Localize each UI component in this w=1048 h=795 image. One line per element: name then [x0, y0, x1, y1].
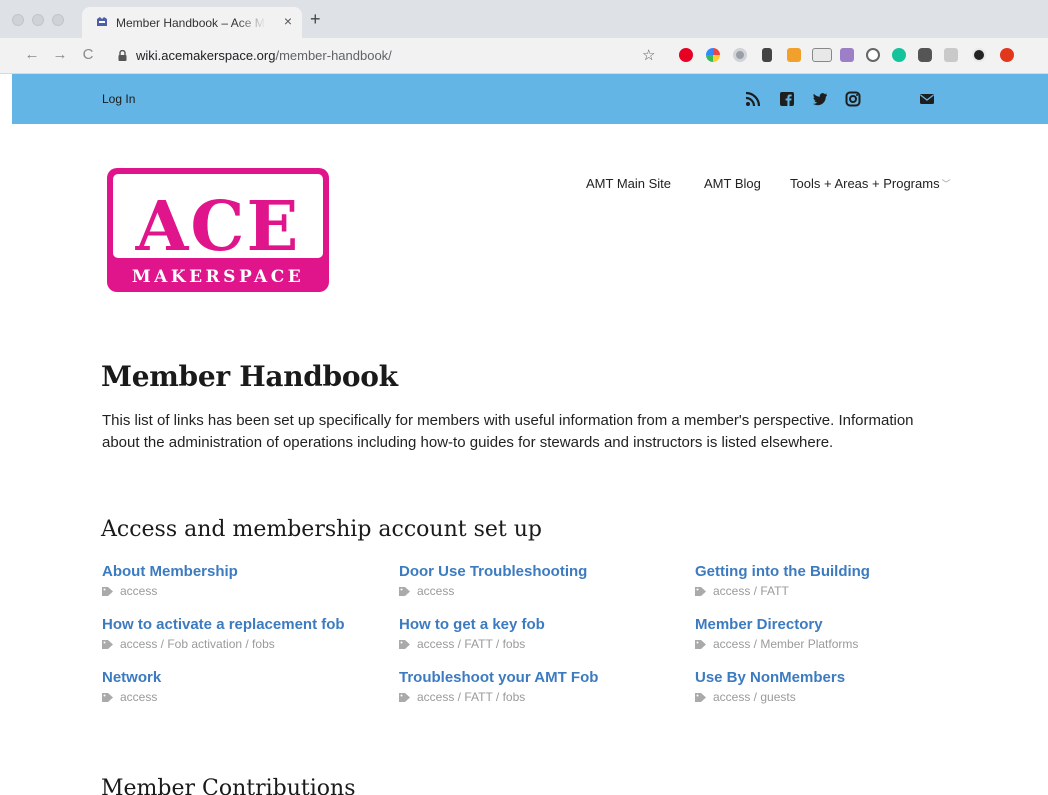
pinterest-extension-icon[interactable]: [679, 48, 693, 62]
item-tags: access / FATT: [695, 584, 975, 598]
item-tags-text[interactable]: access / Member Platforms: [713, 637, 858, 651]
site-favicon-icon: [97, 17, 107, 26]
link-about-membership[interactable]: About Membership: [102, 563, 382, 580]
item-tags: access / Fob activation / fobs: [102, 637, 382, 651]
bookmark-star-icon[interactable]: ☆: [642, 46, 655, 64]
tag-icon: [399, 693, 410, 702]
new-extension-icon[interactable]: [812, 48, 832, 62]
info-extension-icon[interactable]: [866, 48, 880, 62]
login-link[interactable]: Log In: [102, 92, 135, 106]
link-member-directory[interactable]: Member Directory: [695, 616, 975, 633]
grammarly-extension-icon[interactable]: [892, 48, 906, 62]
item-tags-text[interactable]: access / FATT / fobs: [417, 637, 525, 651]
rss-extension-icon[interactable]: [787, 48, 801, 62]
item-tags-text[interactable]: access / FATT: [713, 584, 789, 598]
list-item: How to get a key fob access / FATT / fob…: [399, 616, 679, 651]
nav-amt-main-site[interactable]: AMT Main Site: [586, 176, 671, 191]
tag-icon: [695, 640, 706, 649]
list-item: How to activate a replacement fob access…: [102, 616, 382, 651]
link-troubleshoot-amt-fob[interactable]: Troubleshoot your AMT Fob: [399, 669, 679, 686]
address-bar[interactable]: wiki.acemakerspace.org/member-handbook/: [108, 43, 668, 69]
lock-icon: [118, 50, 127, 61]
new-tab-button[interactable]: +: [310, 10, 321, 28]
tag-icon: [695, 693, 706, 702]
item-tags-text[interactable]: access / guests: [713, 690, 796, 704]
page-content: ACE MAKERSPACE AMT Main Site AMT Blog To…: [12, 124, 1048, 795]
browser-toolbar: ← → C wiki.acemakerspace.org/member-hand…: [0, 38, 1048, 74]
forward-button[interactable]: →: [52, 46, 68, 64]
link-door-use-troubleshooting[interactable]: Door Use Troubleshooting: [399, 563, 679, 580]
item-tags: access: [102, 584, 382, 598]
ace-makerspace-logo[interactable]: ACE MAKERSPACE: [105, 166, 331, 294]
tag-icon: [102, 693, 113, 702]
page-intro: This list of links has been set up speci…: [102, 412, 914, 451]
item-tags-text[interactable]: access: [417, 584, 454, 598]
item-tags: access / FATT / fobs: [399, 637, 679, 651]
item-tags: access: [102, 690, 382, 704]
nav-tools-areas-programs[interactable]: Tools + Areas + Programs ﹀: [790, 176, 951, 191]
site-top-bar: Log In: [12, 74, 1048, 124]
list-item: Troubleshoot your AMT Fob access / FATT …: [399, 669, 679, 704]
item-tags: access: [399, 584, 679, 598]
section-heading-access: Access and membership account set up: [101, 517, 542, 542]
adblock-extension-icon[interactable]: [1000, 48, 1014, 62]
list-item: Getting into the Building access / FATT: [695, 563, 975, 598]
color-extension-icon[interactable]: [706, 48, 720, 62]
link-how-to-get-key-fob[interactable]: How to get a key fob: [399, 616, 679, 633]
ublock-extension-icon[interactable]: [762, 48, 772, 62]
nav-amt-blog[interactable]: AMT Blog: [704, 176, 761, 191]
profile-avatar-icon[interactable]: [972, 48, 986, 62]
list-item: Network access: [102, 669, 382, 704]
email-icon[interactable]: [919, 91, 935, 107]
list-item: About Membership access: [102, 563, 382, 598]
purple-extension-icon[interactable]: [840, 48, 854, 62]
tag-icon: [695, 587, 706, 596]
page-title: Member Handbook: [101, 360, 398, 393]
rss-icon[interactable]: [745, 91, 761, 107]
nav-tools-label: Tools + Areas + Programs: [790, 176, 940, 191]
item-tags-text[interactable]: access / FATT / fobs: [417, 690, 525, 704]
tag-icon: [102, 587, 113, 596]
item-tags-text[interactable]: access / Fob activation / fobs: [120, 637, 275, 651]
item-tags: access / guests: [695, 690, 975, 704]
puzzle-extension-icon[interactable]: [918, 48, 932, 62]
url-path: /member-handbook/: [275, 48, 392, 63]
chevron-down-icon: ﹀: [941, 179, 951, 189]
logo-subword: MAKERSPACE: [132, 267, 304, 287]
browser-tab[interactable]: Member Handbook – Ace Makerspace ×: [82, 7, 302, 38]
browser-tab-bar: Member Handbook – Ace Makerspace × +: [0, 0, 1048, 38]
item-tags-text[interactable]: access: [120, 584, 157, 598]
dot-extension-icon[interactable]: [733, 48, 747, 62]
url-host: wiki.acemakerspace.org: [136, 48, 276, 63]
facebook-icon[interactable]: [779, 91, 795, 107]
back-button[interactable]: ←: [24, 46, 40, 64]
logo-word: ACE: [135, 187, 301, 267]
tag-icon: [399, 640, 410, 649]
link-network[interactable]: Network: [102, 669, 382, 686]
window-maximize-button[interactable]: [52, 14, 64, 26]
playlist-extension-icon[interactable]: [944, 48, 958, 62]
instagram-icon[interactable]: [845, 91, 861, 107]
list-item: Member Directory access / Member Platfor…: [695, 616, 975, 651]
item-tags: access / FATT / fobs: [399, 690, 679, 704]
window-minimize-button[interactable]: [32, 14, 44, 26]
window-close-button[interactable]: [12, 14, 24, 26]
list-item: Door Use Troubleshooting access: [399, 563, 679, 598]
url-text: wiki.acemakerspace.org/member-handbook/: [136, 48, 392, 63]
item-tags-text[interactable]: access: [120, 690, 157, 704]
section-heading-contributions: Member Contributions: [101, 776, 356, 795]
link-getting-into-the-building[interactable]: Getting into the Building: [695, 563, 975, 580]
tab-close-icon[interactable]: ×: [280, 13, 296, 29]
link-use-by-nonmembers[interactable]: Use By NonMembers: [695, 669, 975, 686]
item-tags: access / Member Platforms: [695, 637, 975, 651]
tag-icon: [399, 587, 410, 596]
reload-button[interactable]: C: [80, 46, 96, 64]
twitter-icon[interactable]: [812, 91, 828, 107]
link-activate-replacement-fob[interactable]: How to activate a replacement fob: [102, 616, 382, 633]
list-item: Use By NonMembers access / guests: [695, 669, 975, 704]
tab-title: Member Handbook – Ace Makerspace: [116, 16, 266, 30]
tag-icon: [102, 640, 113, 649]
